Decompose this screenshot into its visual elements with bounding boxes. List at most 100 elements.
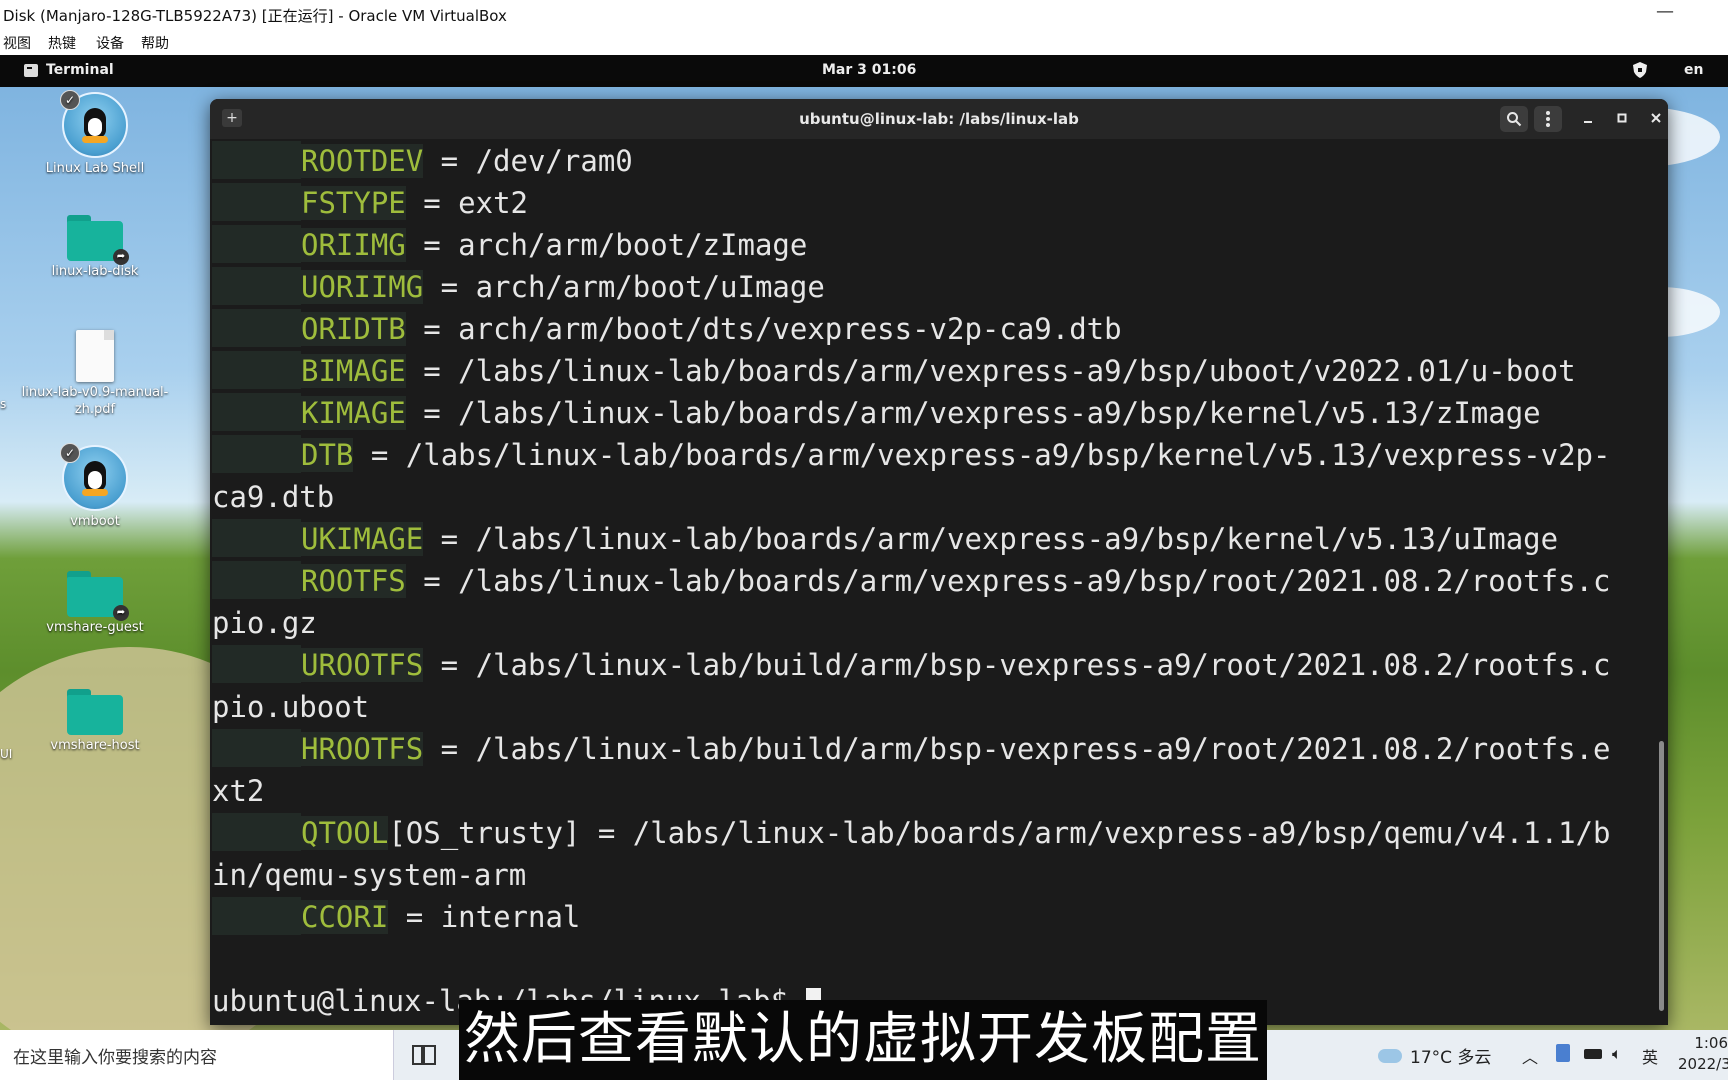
- usb-device-icon[interactable]: [1556, 1044, 1570, 1062]
- config-key: ROOTDEV: [301, 144, 424, 178]
- terminal-line: KIMAGE = /labs/linux-lab/boards/arm/vexp…: [212, 393, 1541, 433]
- config-value: = /labs/linux-lab/boards/arm/vexpress-a9…: [405, 354, 1576, 388]
- desktop-icon-linux-lab-disk[interactable]: ➦ linux-lab-disk: [20, 215, 170, 280]
- terminal-line: ORIDTB = arch/arm/boot/dts/vexpress-v2p-…: [212, 309, 1122, 349]
- taskbar-search-box[interactable]: 在这里输入你要搜索的内容: [0, 1030, 394, 1080]
- terminal-line: ROOTDEV = /dev/ram0: [212, 141, 633, 181]
- terminal-line: UORIIMG = arch/arm/boot/uImage: [212, 267, 825, 307]
- config-value: = arch/arm/boot/dts/vexpress-v2p-ca9.dtb: [405, 312, 1122, 346]
- close-icon: [1651, 113, 1661, 123]
- folder-icon: ➦: [67, 571, 129, 621]
- chevron-up-icon[interactable]: ︿: [1522, 1044, 1538, 1068]
- active-app-indicator[interactable]: Terminal: [24, 62, 114, 78]
- search-button[interactable]: [1500, 106, 1528, 132]
- keyboard-language[interactable]: en: [1684, 62, 1703, 78]
- penguin-app-icon: ✓: [60, 443, 128, 511]
- menu-hotkeys[interactable]: 热键: [48, 33, 76, 53]
- config-key: QTOOL: [301, 816, 389, 850]
- config-value: = arch/arm/boot/zImage: [405, 228, 808, 262]
- terminal-line: in/qemu-system-arm: [212, 855, 526, 895]
- wrapped-continuation: ca9.dtb: [212, 480, 335, 514]
- config-value: = /labs/linux-lab/boards/arm/vexpress-a9…: [405, 396, 1541, 430]
- minimize-window-button[interactable]: [1574, 106, 1602, 132]
- terminal-headerbar[interactable]: + ubuntu@linux-lab: /labs/linux-lab: [210, 99, 1668, 139]
- menu-button[interactable]: [1534, 106, 1562, 132]
- desktop-icon-label: vmboot: [70, 514, 120, 529]
- terminal-line: ROOTFS = /labs/linux-lab/boards/arm/vexp…: [212, 561, 1610, 601]
- speaker-icon[interactable]: 🔈︎: [1612, 1044, 1622, 1064]
- line-indent: [212, 435, 301, 473]
- menu-view[interactable]: 视图: [3, 33, 31, 53]
- terminal-output[interactable]: ROOTDEV = /dev/ram0 FSTYPE = ext2 ORIIMG =…: [212, 141, 1652, 1025]
- virtualbox-menubar: 视图 热键 设备 帮助: [0, 28, 1728, 54]
- battery-icon[interactable]: [1584, 1049, 1602, 1059]
- terminal-line: DTB = /labs/linux-lab/boards/arm/vexpres…: [212, 435, 1610, 475]
- pdf-file-icon: [76, 330, 114, 382]
- config-key: UROOTFS: [301, 648, 424, 682]
- taskbar-clock[interactable]: 1:06 2022/3: [1678, 1033, 1728, 1075]
- scrollbar-thumb[interactable]: [1659, 741, 1664, 1011]
- terminal-line: HROOTFS = /labs/linux-lab/build/arm/bsp-…: [212, 729, 1610, 769]
- config-key: UKIMAGE: [301, 522, 424, 556]
- config-value: [OS_trusty] = /labs/linux-lab/boards/arm…: [388, 816, 1611, 850]
- terminal-line: CCORI = internal: [212, 897, 580, 937]
- desktop-icon-manual-pdf[interactable]: linux-lab-v0.9-manual-zh.pdf: [20, 330, 170, 418]
- line-indent: [212, 897, 301, 935]
- shield-icon[interactable]: [1633, 62, 1647, 78]
- terminal-line: xt2: [212, 771, 264, 811]
- taskbar-time: 1:06: [1694, 1034, 1728, 1052]
- terminal-window[interactable]: + ubuntu@linux-lab: /labs/linux-lab ROOT…: [210, 99, 1668, 1025]
- search-icon: [1507, 112, 1522, 127]
- line-indent: [212, 225, 301, 263]
- line-indent: [212, 729, 301, 767]
- line-indent: [212, 267, 301, 305]
- close-window-button[interactable]: [1642, 106, 1668, 132]
- check-badge-icon: ✓: [60, 90, 80, 110]
- minimize-button[interactable]: —: [1650, 0, 1680, 28]
- terminal-line: BIMAGE = /labs/linux-lab/boards/arm/vexp…: [212, 351, 1576, 391]
- menu-devices[interactable]: 设备: [96, 33, 124, 53]
- desktop-icon-vmboot[interactable]: ✓ vmboot: [20, 443, 170, 530]
- guest-top-panel: Terminal Mar 3 01:06 en: [0, 55, 1728, 87]
- config-value: = ext2: [405, 186, 528, 220]
- terminal-line: UKIMAGE = /labs/linux-lab/boards/arm/vex…: [212, 519, 1558, 559]
- weather-widget[interactable]: 17°C 多云: [1378, 1043, 1491, 1068]
- panel-clock[interactable]: Mar 3 01:06: [822, 62, 916, 78]
- desktop-icon-linux-lab-shell[interactable]: ✓ Linux Lab Shell: [20, 90, 170, 177]
- video-subtitle: 然后查看默认的虚拟开发板配置: [459, 1000, 1267, 1080]
- menu-help[interactable]: 帮助: [141, 33, 169, 53]
- config-value: = arch/arm/boot/uImage: [423, 270, 825, 304]
- desktop-icon-label: vmshare-guest: [46, 620, 144, 635]
- desktop-icon-vmshare-host[interactable]: vmshare-host: [20, 689, 170, 754]
- config-key: HROOTFS: [301, 732, 424, 766]
- cloud-weather-icon: [1378, 1048, 1402, 1063]
- desktop-icon-label: linux-lab-v0.9-manual-zh.pdf: [21, 385, 169, 417]
- wrapped-continuation: xt2: [212, 774, 265, 808]
- line-indent: [212, 141, 301, 179]
- penguin-app-icon: ✓: [60, 90, 128, 158]
- config-key: BIMAGE: [301, 354, 406, 388]
- window-title: Disk (Manjaro-128G-TLB5922A73) [正在运行] - …: [3, 7, 507, 25]
- ime-indicator[interactable]: 英: [1642, 1044, 1658, 1068]
- config-value: = /dev/ram0: [423, 144, 633, 178]
- desktop-icon-label: Linux Lab Shell: [45, 161, 145, 176]
- desktop-icon-vmshare-guest[interactable]: ➦ vmshare-guest: [20, 571, 170, 636]
- maximize-window-button[interactable]: [1608, 106, 1636, 132]
- terminal-line: QTOOL[OS_trusty] = /labs/linux-lab/board…: [212, 813, 1610, 853]
- line-indent: [212, 519, 301, 557]
- virtualbox-titlebar: Disk (Manjaro-128G-TLB5922A73) [正在运行] - …: [0, 0, 1728, 28]
- config-key: ORIDTB: [301, 312, 406, 346]
- terminal-scrollbar[interactable]: [1656, 141, 1666, 1025]
- config-key: DTB: [301, 438, 354, 472]
- task-view-icon[interactable]: [412, 1043, 436, 1065]
- config-value: = /labs/linux-lab/build/arm/bsp-vexpress…: [423, 648, 1611, 682]
- line-indent: [212, 309, 301, 347]
- config-value: = /labs/linux-lab/build/arm/bsp-vexpress…: [423, 732, 1611, 766]
- config-key: FSTYPE: [301, 186, 406, 220]
- partial-desktop-label: s: [0, 397, 7, 411]
- shared-link-icon: ➦: [113, 249, 129, 265]
- terminal-line: UROOTFS = /labs/linux-lab/build/arm/bsp-…: [212, 645, 1610, 685]
- config-value: = internal: [388, 900, 581, 934]
- config-value: = /labs/linux-lab/boards/arm/vexpress-a9…: [423, 522, 1559, 556]
- config-key: ROOTFS: [301, 564, 406, 598]
